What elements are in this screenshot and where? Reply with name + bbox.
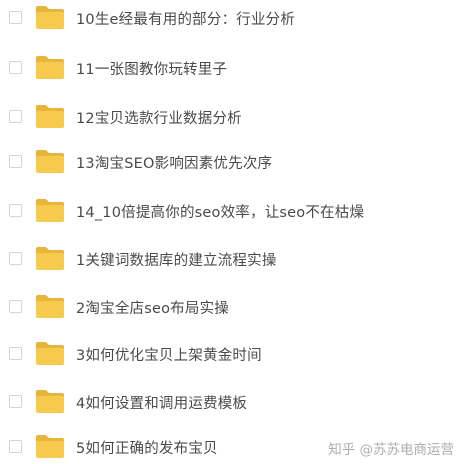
file-list: 10生e经最有用的部分：行业分析 11一张图教你玩转里子 12宝贝选款行业数据分… bbox=[0, 0, 474, 464]
row-checkbox[interactable] bbox=[9, 252, 22, 265]
file-name[interactable]: 5如何正确的发布宝贝 bbox=[76, 437, 218, 458]
folder-icon bbox=[35, 149, 65, 174]
folder-icon bbox=[35, 389, 65, 414]
folder-icon bbox=[35, 198, 65, 223]
file-row[interactable]: 3如何优化宝贝上架黄金时间 bbox=[0, 335, 474, 381]
file-row[interactable]: 4如何设置和调用运费模板 bbox=[0, 383, 474, 429]
file-row[interactable]: 2淘宝全店seo布局实操 bbox=[0, 288, 474, 334]
file-name[interactable]: 1关键词数据库的建立流程实操 bbox=[76, 249, 277, 270]
file-name[interactable]: 3如何优化宝贝上架黄金时间 bbox=[76, 344, 262, 365]
file-name[interactable]: 2淘宝全店seo布局实操 bbox=[76, 297, 229, 318]
file-name[interactable]: 11一张图教你玩转里子 bbox=[76, 58, 227, 79]
file-row[interactable]: 13淘宝SEO影响因素优先次序 bbox=[0, 143, 474, 189]
row-checkbox[interactable] bbox=[9, 11, 22, 24]
file-row[interactable]: 14_10倍提高你的seo效率，让seo不在枯燥 bbox=[0, 192, 474, 238]
folder-icon bbox=[35, 55, 65, 80]
file-name[interactable]: 14_10倍提高你的seo效率，让seo不在枯燥 bbox=[76, 201, 364, 222]
file-name[interactable]: 13淘宝SEO影响因素优先次序 bbox=[76, 152, 272, 173]
row-checkbox[interactable] bbox=[9, 61, 22, 74]
file-row[interactable]: 1关键词数据库的建立流程实操 bbox=[0, 240, 474, 286]
file-row[interactable]: 12宝贝选款行业数据分析 bbox=[0, 98, 474, 144]
folder-icon bbox=[35, 434, 65, 459]
folder-icon bbox=[35, 5, 65, 30]
folder-icon bbox=[35, 294, 65, 319]
row-checkbox[interactable] bbox=[9, 440, 22, 453]
file-row[interactable]: 10生e经最有用的部分：行业分析 bbox=[0, 0, 474, 45]
folder-icon bbox=[35, 341, 65, 366]
row-checkbox[interactable] bbox=[9, 155, 22, 168]
folder-icon bbox=[35, 246, 65, 271]
file-name[interactable]: 4如何设置和调用运费模板 bbox=[76, 392, 247, 413]
row-checkbox[interactable] bbox=[9, 300, 22, 313]
file-name[interactable]: 10生e经最有用的部分：行业分析 bbox=[76, 8, 295, 29]
file-row[interactable]: 11一张图教你玩转里子 bbox=[0, 49, 474, 95]
folder-icon bbox=[35, 104, 65, 129]
row-checkbox[interactable] bbox=[9, 347, 22, 360]
row-checkbox[interactable] bbox=[9, 110, 22, 123]
row-checkbox[interactable] bbox=[9, 204, 22, 217]
watermark: 知乎 @苏苏电商运营 bbox=[328, 442, 454, 458]
file-name[interactable]: 12宝贝选款行业数据分析 bbox=[76, 107, 242, 128]
row-checkbox[interactable] bbox=[9, 395, 22, 408]
